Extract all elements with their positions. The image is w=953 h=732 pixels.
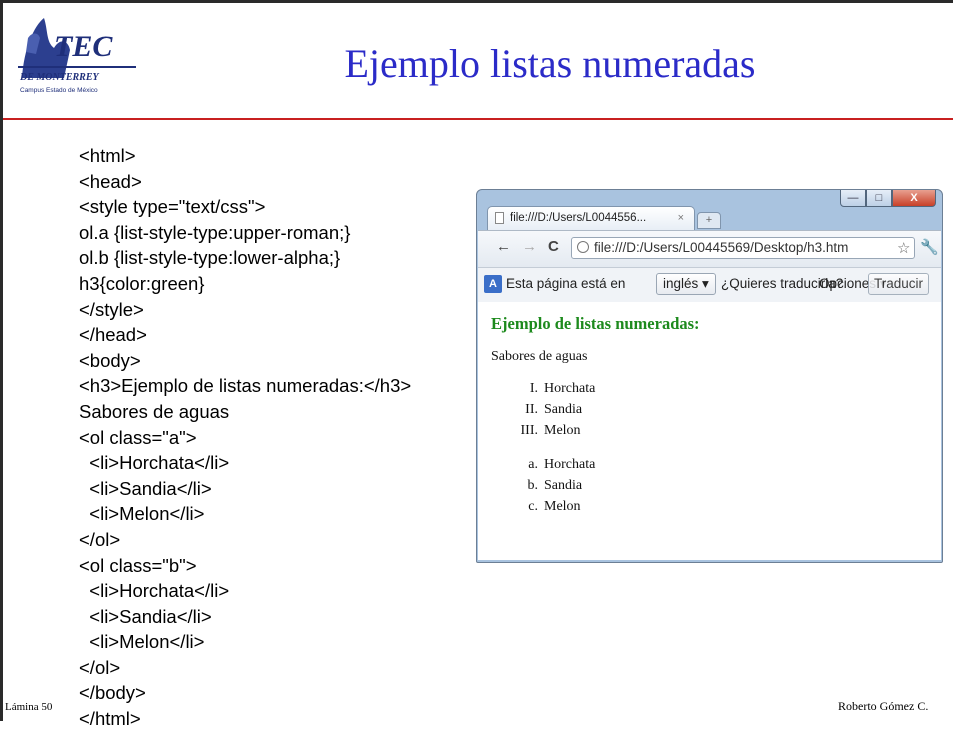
code-line: <li>Horchata</li> <box>79 452 230 474</box>
code-line: </body> <box>79 682 146 704</box>
alpha-list: a. Horchata b. Sandia c. Melon <box>478 457 596 520</box>
minimize-button[interactable]: — <box>840 190 866 207</box>
browser-window: — □ X file:///D:/Users/L0044556... × + ←… <box>476 189 943 563</box>
code-line: <head> <box>79 170 142 192</box>
wrench-menu-icon[interactable]: 🔧 <box>920 238 939 256</box>
code-line: </style> <box>79 298 144 320</box>
list-item-text: Horchata <box>544 457 596 472</box>
code-line: </html> <box>79 708 141 730</box>
slide-number: Lámina 50 <box>5 701 53 713</box>
list-item: c. Melon <box>478 499 580 520</box>
list-item: a. Horchata <box>478 457 595 478</box>
code-line: <li>Sandia</li> <box>79 477 212 499</box>
code-line: h3{color:green} <box>79 272 205 294</box>
reload-button[interactable]: C <box>548 238 559 255</box>
maximize-button[interactable]: □ <box>866 190 892 207</box>
code-line: </head> <box>79 324 147 346</box>
language-dropdown[interactable]: inglés ▾ <box>656 273 716 295</box>
tec-logo: TEC DE MONTERREY Campus Estado de México <box>18 18 136 94</box>
code-listing: <html> <head> <style type="text/css"> ol.a … <box>79 143 411 732</box>
browser-tab[interactable]: file:///D:/Users/L0044556... × <box>487 206 695 230</box>
list-item: b. Sandia <box>478 478 583 499</box>
page-content: Ejemplo de listas numeradas: Sabores de … <box>478 302 941 560</box>
code-line: <ol class="b"> <box>79 554 197 576</box>
code-line: ol.a {list-style-type:upper-roman;} <box>79 221 351 243</box>
code-line: Sabores de aguas <box>79 400 230 422</box>
infobar-text: Esta página está en <box>506 276 626 291</box>
code-line: </ol> <box>79 528 121 550</box>
slide-left-border <box>0 0 3 721</box>
list-item-text: Melon <box>544 423 581 438</box>
roman-list: I. Horchata II. Sandia III. Melon <box>478 381 596 444</box>
forward-button[interactable]: → <box>522 238 537 255</box>
bookmark-star-icon[interactable]: ☆ <box>897 239 910 257</box>
list-marker: b. <box>527 478 539 493</box>
translate-icon: A <box>484 275 502 293</box>
list-item-text: Horchata <box>544 381 596 396</box>
list-marker: I. <box>529 381 538 396</box>
list-item-text: Sandia <box>544 402 583 417</box>
page-heading: Ejemplo de listas numeradas: <box>491 314 700 333</box>
list-item-text: Sandia <box>544 478 583 493</box>
code-line: <li>Melon</li> <box>79 631 205 653</box>
new-tab-button[interactable]: + <box>697 212 721 229</box>
list-marker: III. <box>520 423 539 438</box>
page-paragraph: Sabores de aguas <box>491 349 588 364</box>
code-line: <style type="text/css"> <box>79 196 266 218</box>
slide: TEC DE MONTERREY Campus Estado de México… <box>0 0 953 729</box>
code-line: <html> <box>79 145 136 166</box>
code-line: <li>Sandia</li> <box>79 605 212 627</box>
list-marker: a. <box>528 457 538 472</box>
code-line: <body> <box>79 349 141 371</box>
code-line: <li>Melon</li> <box>79 503 205 525</box>
code-line: <h3>Ejemplo de listas numeradas:</h3> <box>79 375 412 397</box>
code-line: </ol> <box>79 656 121 678</box>
list-item: II. Sandia <box>478 402 582 423</box>
list-item: III. Melon <box>478 423 581 444</box>
logo-subtext: DE MONTERREY <box>19 72 100 83</box>
slide-title: Ejemplo listas numeradas <box>344 41 756 86</box>
address-text: file:///D:/Users/L00445569/Desktop/h3.ht… <box>594 240 849 255</box>
back-button[interactable]: ← <box>496 238 511 255</box>
logo-campus: Campus Estado de México <box>20 87 98 94</box>
slide-top-border <box>0 0 953 3</box>
list-marker: c. <box>528 499 538 514</box>
browser-toolbar: ← → C file:///D:/Users/L00445569/Desktop… <box>478 230 941 267</box>
logo-text: TEC <box>54 30 113 63</box>
code-line: ol.b {list-style-type:lower-alpha;} <box>79 247 341 269</box>
address-bar[interactable]: file:///D:/Users/L00445569/Desktop/h3.ht… <box>571 237 915 259</box>
list-marker: II. <box>525 402 538 417</box>
code-line: <ol class="a"> <box>79 426 197 448</box>
list-item: I. Horchata <box>478 381 595 402</box>
close-window-button[interactable]: X <box>892 190 936 207</box>
code-line: <li>Horchata</li> <box>79 580 230 602</box>
page-icon <box>577 241 589 253</box>
translate-button[interactable]: Traducir <box>868 273 930 295</box>
tab-title: file:///D:/Users/L0044556... <box>510 212 647 224</box>
tab-close-icon[interactable]: × <box>678 207 684 229</box>
window-controls: — □ X <box>840 190 936 209</box>
list-item-text: Melon <box>544 499 581 514</box>
author-name: Roberto Gómez C. <box>838 699 929 713</box>
translate-infobar: A Esta página está en inglés ▾ ¿Quieres … <box>478 267 941 303</box>
document-icon <box>495 212 504 224</box>
title-rule <box>3 118 953 120</box>
